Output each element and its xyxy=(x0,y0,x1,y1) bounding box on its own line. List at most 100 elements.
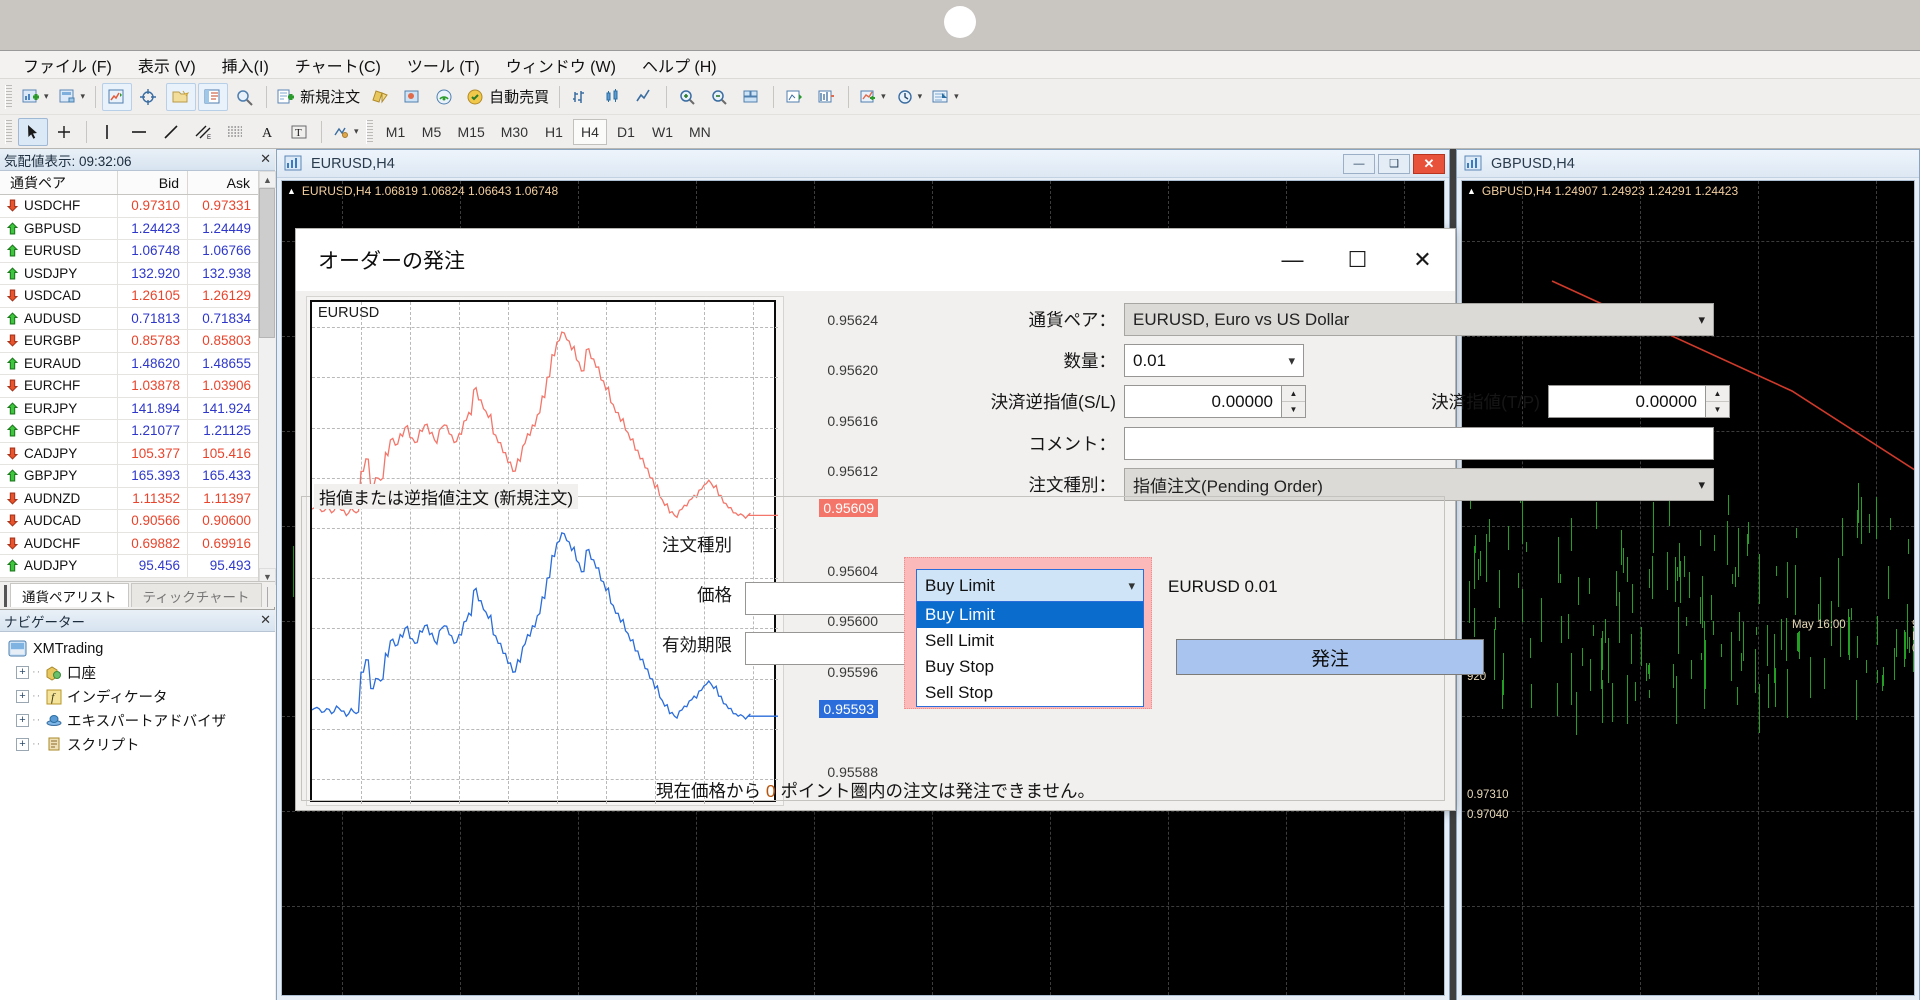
strategy-tester-button[interactable] xyxy=(230,83,260,111)
menu-item-5[interactable]: ウィンドウ (W) xyxy=(493,50,629,80)
timeframe-M5[interactable]: M5 xyxy=(415,119,449,145)
navigator-close-icon[interactable]: ✕ xyxy=(260,612,271,628)
order-dialog-titlebar[interactable]: オーダーの発注 — ☐ ✕ xyxy=(296,229,1455,291)
new-order-button[interactable]: 新規注文 xyxy=(273,83,364,111)
timeframe-W1[interactable]: W1 xyxy=(645,119,680,145)
stepper-down-icon[interactable]: ▼ xyxy=(1282,402,1305,417)
navigator-button[interactable] xyxy=(166,83,196,111)
timeframe-M30[interactable]: M30 xyxy=(494,119,535,145)
expand-icon[interactable]: + xyxy=(16,666,29,679)
market-watch-row[interactable]: EURJPY 141.894 141.924 xyxy=(0,398,258,421)
market-watch-row[interactable]: EURGBP 0.85783 0.85803 xyxy=(0,330,258,353)
market-watch-button[interactable] xyxy=(102,83,132,111)
zoom-out-button[interactable] xyxy=(705,83,735,111)
chart-shift-button[interactable] xyxy=(812,83,842,111)
auto-scroll-button[interactable] xyxy=(780,83,810,111)
chevron-down-icon[interactable]: ▾ xyxy=(1128,578,1135,594)
tile-windows-button[interactable] xyxy=(737,83,767,111)
crosshair-tool[interactable] xyxy=(50,118,80,146)
chevron-down-icon[interactable]: ▾ xyxy=(918,91,923,102)
market-watch-row[interactable]: AUDCHF 0.69882 0.69916 xyxy=(0,533,258,556)
stoploss-stepper[interactable]: ▲ ▼ xyxy=(1282,385,1306,418)
shapes-tool[interactable]: ▾ xyxy=(328,118,363,146)
timeframe-M1[interactable]: M1 xyxy=(379,119,413,145)
submit-order-button[interactable]: 発注 xyxy=(1176,639,1484,675)
expand-icon[interactable]: + xyxy=(16,714,29,727)
market-watch-row[interactable]: EURUSD 1.06748 1.06766 xyxy=(0,240,258,263)
chevron-down-icon[interactable]: ▾ xyxy=(1698,477,1705,493)
templates-button[interactable]: ▾ xyxy=(928,83,963,111)
new-chart-button[interactable]: ▾ xyxy=(18,83,53,111)
expand-icon[interactable]: + xyxy=(16,690,29,703)
vertical-line-tool[interactable] xyxy=(93,118,123,146)
label-tool[interactable]: T xyxy=(285,118,315,146)
line-chart-button[interactable] xyxy=(630,83,660,111)
market-watch-row[interactable]: GBPCHF 1.21077 1.21125 xyxy=(0,420,258,443)
chevron-down-icon[interactable]: ▾ xyxy=(44,91,49,102)
stepper-down-icon[interactable]: ▼ xyxy=(1706,402,1729,417)
navigator-item-1[interactable]: + ·· f インディケータ xyxy=(8,684,275,708)
menu-item-4[interactable]: ツール (T) xyxy=(394,50,493,80)
timeframe-H1[interactable]: H1 xyxy=(537,119,571,145)
takeprofit-field[interactable]: 0.00000 xyxy=(1548,385,1706,418)
horizontal-line-tool[interactable] xyxy=(125,118,155,146)
market-watch-row[interactable]: AUDUSD 0.71813 0.71834 xyxy=(0,308,258,331)
eurusd-close-button[interactable]: ✕ xyxy=(1413,154,1445,174)
timeframe-D1[interactable]: D1 xyxy=(609,119,643,145)
stoploss-field[interactable]: 0.00000 xyxy=(1124,385,1282,418)
bar-chart-button[interactable] xyxy=(566,83,596,111)
column-header-ask[interactable]: Ask xyxy=(188,171,258,194)
trendline-tool[interactable] xyxy=(157,118,187,146)
candlestick-button[interactable] xyxy=(598,83,628,111)
metaeditor-button[interactable] xyxy=(366,83,396,111)
toolbar-grip[interactable] xyxy=(366,120,373,144)
order-dialog-close-button[interactable]: ✕ xyxy=(1390,229,1455,291)
column-header-bid[interactable]: Bid xyxy=(118,171,188,194)
volume-field[interactable]: 0.01 ▾ xyxy=(1124,344,1304,377)
market-watch-row[interactable]: CADJPY 105.377 105.416 xyxy=(0,443,258,466)
pending-order-type-options[interactable]: Buy Limit Sell Limit Buy Stop Sell Stop xyxy=(916,602,1144,707)
timeframe-M15[interactable]: M15 xyxy=(451,119,492,145)
order-type-option-buy-stop[interactable]: Buy Stop xyxy=(917,654,1143,680)
market-watch-close-icon[interactable]: ✕ xyxy=(260,151,271,167)
eurusd-minimize-button[interactable]: — xyxy=(1343,154,1375,174)
symbol-field[interactable]: EURUSD, Euro vs US Dollar ▾ xyxy=(1124,303,1714,336)
order-type-option-buy-limit[interactable]: Buy Limit xyxy=(917,602,1143,628)
profiles-button[interactable]: ▾ xyxy=(55,83,90,111)
indicators-button[interactable]: ▾ xyxy=(855,83,890,111)
eurusd-restore-button[interactable]: ❑ xyxy=(1378,154,1410,174)
chart-window-gbpusd[interactable]: GBPUSD,H4 ▲ GBPUSD,H4 1.24907 1.24923 1.… xyxy=(1456,149,1920,1000)
chevron-down-icon[interactable]: ▾ xyxy=(1288,353,1295,369)
menu-item-2[interactable]: 挿入(I) xyxy=(209,50,282,80)
cursor-tool[interactable] xyxy=(18,118,48,146)
comment-field[interactable] xyxy=(1124,427,1714,460)
chevron-down-icon[interactable]: ▾ xyxy=(881,91,886,102)
expand-icon[interactable]: + xyxy=(16,738,29,751)
pending-order-type-combo[interactable]: Buy Limit ▾ xyxy=(916,569,1144,602)
chevron-down-icon[interactable]: ▾ xyxy=(354,126,359,137)
zoom-in-button[interactable] xyxy=(673,83,703,111)
market-watch-row[interactable]: EURAUD 1.48620 1.48655 xyxy=(0,353,258,376)
market-watch-row[interactable]: GBPJPY 165.393 165.433 xyxy=(0,465,258,488)
market-watch-row[interactable]: USDCHF 0.97310 0.97331 xyxy=(0,195,258,218)
market-watch-row[interactable]: GBPUSD 1.24423 1.24449 xyxy=(0,218,258,241)
market-watch-row[interactable]: EURCHF 1.03878 1.03906 xyxy=(0,375,258,398)
menu-item-6[interactable]: ヘルプ (H) xyxy=(629,50,730,80)
chevron-down-icon[interactable]: ▾ xyxy=(1698,312,1705,328)
autotrading-button[interactable]: 自動売買 xyxy=(462,83,553,111)
market-watch-scrollbar[interactable]: ▲ ▼ xyxy=(258,171,275,585)
menu-item-1[interactable]: 表示 (V) xyxy=(125,50,209,80)
navigator-item-0[interactable]: + ·· 口座 xyxy=(8,660,275,684)
menu-item-0[interactable]: ファイル (F) xyxy=(10,50,125,80)
autotrade-indicator[interactable] xyxy=(430,83,460,111)
tab-symbol-list[interactable]: 通貨ペアリスト xyxy=(10,583,129,607)
timeframe-MN[interactable]: MN xyxy=(682,119,718,145)
order-dialog[interactable]: オーダーの発注 — ☐ ✕ EURUSD 0.95624 0.95620 0.9… xyxy=(295,228,1456,811)
tab-tick-chart[interactable]: ティックチャート xyxy=(131,583,262,607)
scroll-thumb[interactable] xyxy=(259,188,275,338)
toolbar-grip[interactable] xyxy=(5,85,12,109)
market-watch-row[interactable]: AUDNZD 1.11352 1.11397 xyxy=(0,488,258,511)
expert-advisors-button[interactable] xyxy=(398,83,428,111)
order-dialog-maximize-button[interactable]: ☐ xyxy=(1325,229,1390,291)
toolbar-grip[interactable] xyxy=(5,120,12,144)
